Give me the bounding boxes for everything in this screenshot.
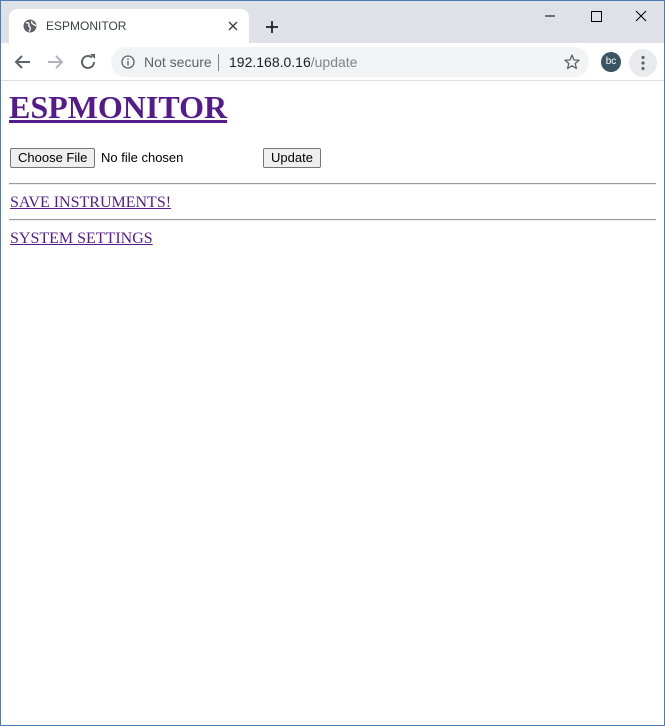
- forward-arrow-icon[interactable]: [42, 49, 68, 75]
- security-status[interactable]: Not secure: [144, 54, 212, 70]
- tab-strip: ESPMONITOR: [1, 1, 664, 43]
- globe-icon: [23, 19, 37, 33]
- address-bar[interactable]: Not secure 192.168.0.16/update: [111, 47, 589, 77]
- profile-avatar[interactable]: bc: [601, 52, 621, 72]
- plus-icon[interactable]: [261, 16, 283, 38]
- url-text[interactable]: 192.168.0.16/update: [229, 54, 357, 70]
- choose-file-button[interactable]: Choose File: [10, 148, 96, 168]
- omnibox-divider: [218, 54, 219, 71]
- divider: [9, 183, 656, 185]
- system-settings-link[interactable]: SYSTEM SETTINGS: [10, 230, 153, 248]
- reload-icon[interactable]: [75, 49, 101, 75]
- file-status-text: No file chosen: [101, 150, 184, 165]
- update-button[interactable]: Update: [263, 148, 321, 168]
- tab-espmonitor[interactable]: ESPMONITOR: [9, 9, 249, 43]
- minimize-icon[interactable]: [527, 1, 573, 31]
- browser-toolbar: Not secure 192.168.0.16/update bc: [1, 43, 664, 81]
- divider: [9, 219, 656, 221]
- browser-window: ESPMONITOR Not secure 192.168.0.16/updat…: [0, 0, 665, 726]
- maximize-icon[interactable]: [573, 1, 619, 31]
- window-close-icon[interactable]: [618, 1, 664, 31]
- page-title-link[interactable]: ESPMONITOR: [9, 89, 227, 125]
- page-content: ESPMONITOR Choose File No file chosen Up…: [1, 81, 664, 725]
- url-path: /update: [310, 54, 358, 70]
- tab-title: ESPMONITOR: [46, 19, 127, 33]
- info-icon[interactable]: [121, 55, 135, 69]
- back-arrow-icon[interactable]: [10, 49, 36, 75]
- url-host: 192.168.0.16: [229, 54, 311, 70]
- save-instruments-link[interactable]: SAVE INSTRUMENTS!: [10, 194, 171, 212]
- more-vert-icon[interactable]: [629, 49, 657, 77]
- star-icon[interactable]: [563, 53, 581, 71]
- close-icon[interactable]: [223, 16, 243, 36]
